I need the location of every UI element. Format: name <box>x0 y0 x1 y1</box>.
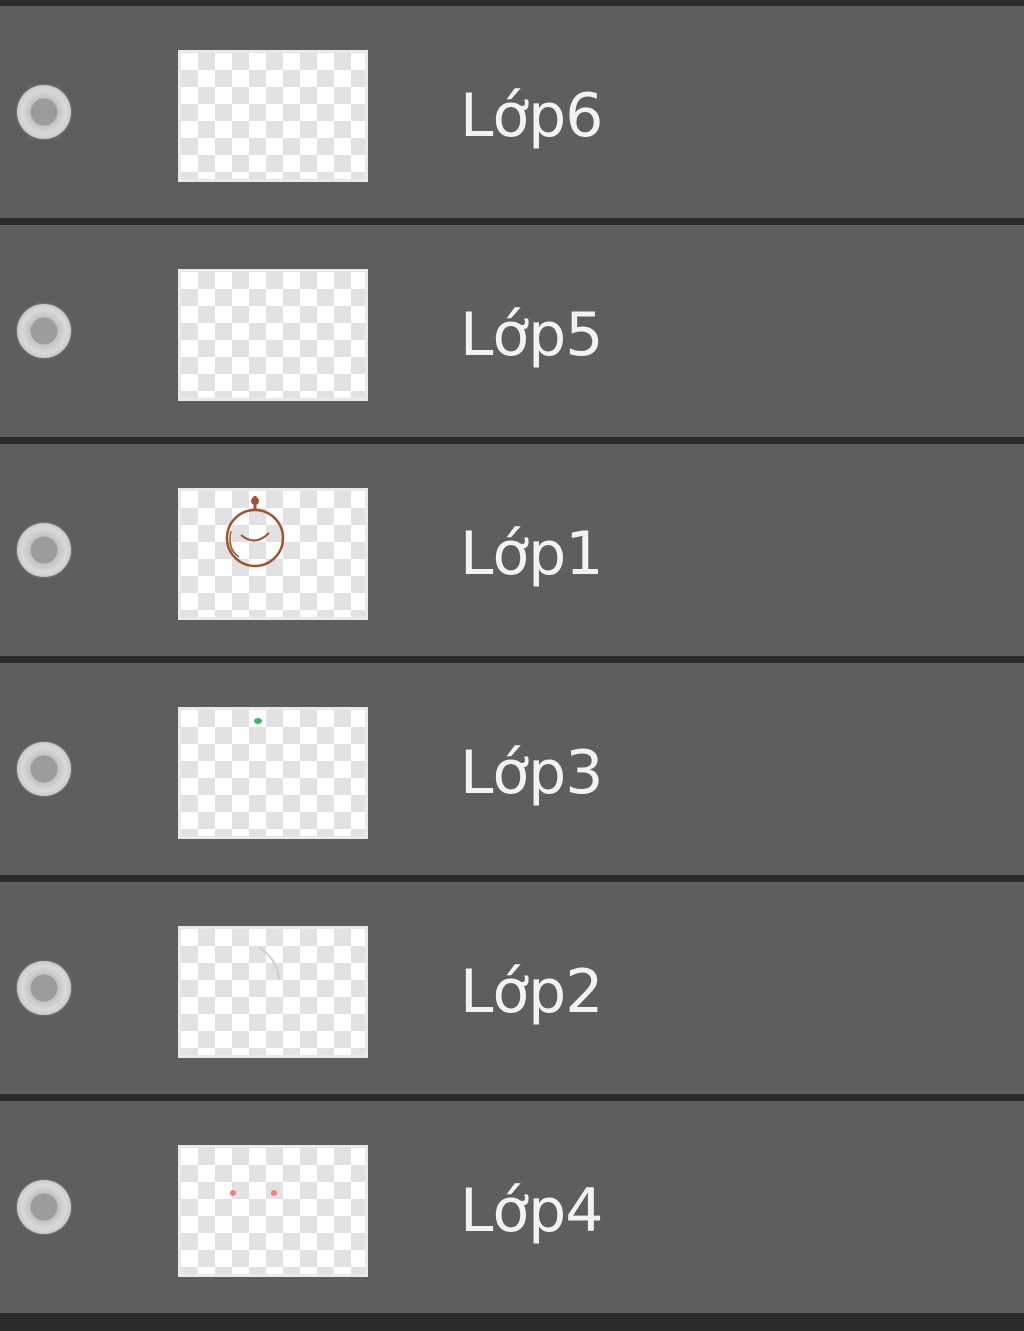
visibility-toggle-icon[interactable] <box>16 960 72 1016</box>
layer-name: Lớp1 <box>460 519 603 589</box>
layer-row-lop2[interactable]: Lớp2 <box>0 882 1024 1094</box>
layer-name: Lớp2 <box>460 957 603 1027</box>
visibility-toggle-icon[interactable] <box>16 741 72 797</box>
layer-thumbnail <box>178 1145 368 1277</box>
visibility-toggle-icon[interactable] <box>16 1179 72 1235</box>
layer-row-lop1[interactable]: Lớp1 <box>0 444 1024 656</box>
layer-row-lop4[interactable]: Lớp4 <box>0 1101 1024 1313</box>
visibility-toggle-icon[interactable] <box>16 303 72 359</box>
layers-panel: Lớp6 Lớp5 Lớp1 Lớp3 Lớp2 Lớp4 <box>0 0 1024 1331</box>
faint-stroke-icon <box>258 946 280 980</box>
layer-row-lop5[interactable]: Lớp5 <box>0 225 1024 437</box>
layer-row-lop6[interactable]: Lớp6 <box>0 6 1024 218</box>
brown-sketch-icon <box>225 496 285 568</box>
layer-name: Lớp5 <box>460 300 603 370</box>
layer-thumbnail <box>178 926 368 1058</box>
layer-name: Lớp6 <box>460 81 603 151</box>
red-dots-icon <box>230 1190 277 1196</box>
layer-thumbnail <box>178 707 368 839</box>
layer-row-lop3[interactable]: Lớp3 <box>0 663 1024 875</box>
layer-name: Lớp3 <box>460 738 603 808</box>
panel-bottom-edge <box>0 1314 1024 1331</box>
visibility-toggle-icon[interactable] <box>16 84 72 140</box>
layer-name: Lớp4 <box>460 1176 603 1246</box>
visibility-toggle-icon[interactable] <box>16 522 72 578</box>
layer-thumbnail <box>178 269 368 401</box>
layer-thumbnail <box>178 50 368 182</box>
green-dot-icon <box>254 718 262 724</box>
layer-thumbnail <box>178 488 368 620</box>
